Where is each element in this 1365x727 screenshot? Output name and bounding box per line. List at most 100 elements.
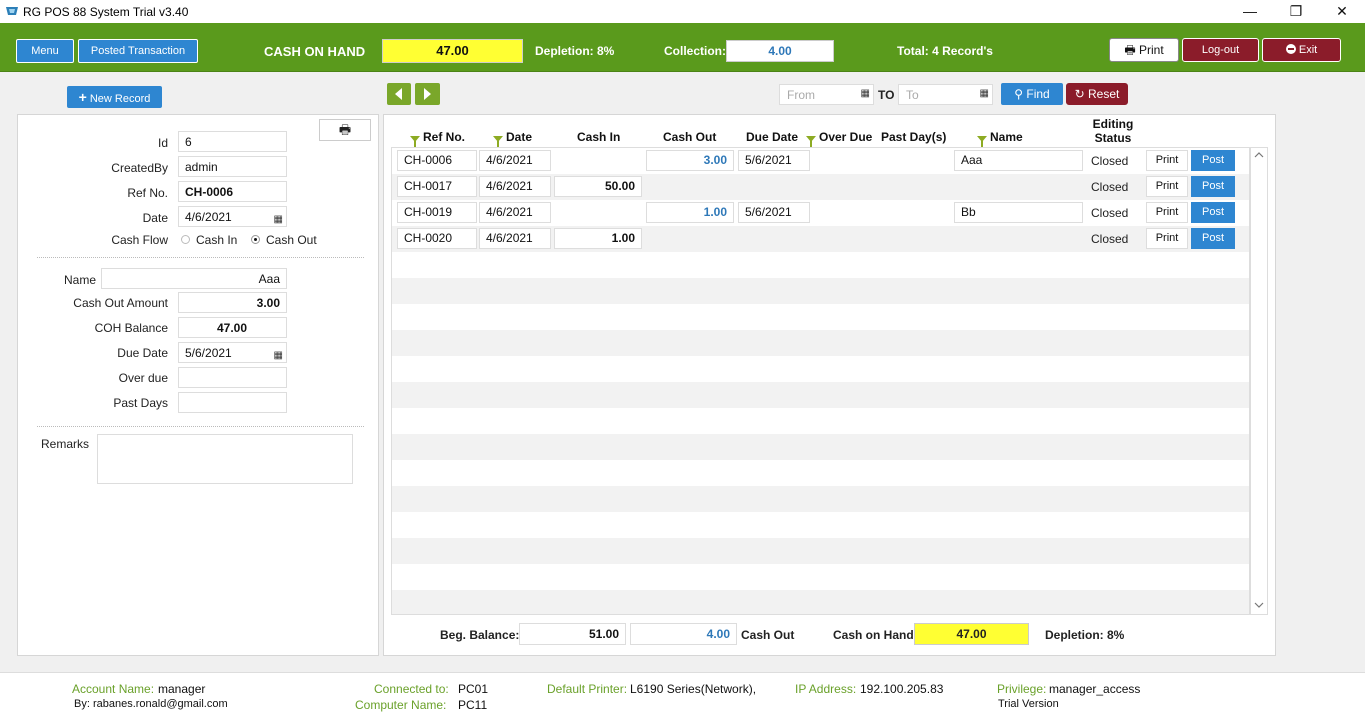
cell-date[interactable]: 4/6/2021 [479, 150, 551, 171]
cash-out-amount-label: Cash Out Amount [73, 296, 168, 310]
cell-cash-out[interactable]: 1.00 [646, 202, 734, 223]
col-header-editing-label: Editing [1092, 117, 1134, 131]
to-date-input[interactable]: To ▦ [898, 84, 993, 105]
prev-page-button[interactable] [387, 83, 411, 105]
date-field[interactable]: 4/6/2021 ▦ [178, 206, 287, 227]
scroll-down-icon[interactable] [1254, 601, 1264, 609]
calendar-icon[interactable]: ▦ [274, 346, 283, 366]
to-date-placeholder: To [906, 88, 919, 102]
cash-on-hand-label: CASH ON HAND [264, 44, 366, 59]
created-by-field[interactable]: admin [178, 156, 287, 177]
remarks-textarea[interactable] [97, 434, 353, 484]
row-post-button[interactable]: Post [1191, 202, 1235, 223]
table-row[interactable]: CH-0006 4/6/2021 3.00 5/6/2021 Aaa Closed Prin… [392, 148, 1249, 174]
id-label: Id [157, 136, 168, 150]
cell-ref-no[interactable]: CH-0020 [397, 228, 477, 249]
cell-editing-status: Closed [1091, 206, 1129, 220]
cell-cash-out[interactable]: 3.00 [646, 150, 734, 171]
cell-date[interactable]: 4/6/2021 [479, 202, 551, 223]
filter-icon[interactable] [410, 136, 420, 147]
cell-due-date[interactable]: 5/6/2021 [738, 150, 810, 171]
account-name-label: Account Name: [72, 682, 155, 696]
filter-icon[interactable] [806, 136, 816, 147]
calendar-icon[interactable]: ▦ [274, 210, 283, 230]
posted-transaction-button[interactable]: Posted Transaction [78, 39, 198, 63]
cell-date[interactable]: 4/6/2021 [479, 176, 551, 197]
row-post-button[interactable]: Post [1191, 228, 1235, 249]
row-post-button[interactable]: Post [1191, 176, 1235, 197]
due-date-value: 5/6/2021 [185, 346, 232, 360]
logout-button[interactable]: Log-out [1182, 38, 1259, 62]
due-date-field[interactable]: 5/6/2021 ▦ [178, 342, 287, 363]
reset-button[interactable]: ↻ Reset [1066, 83, 1128, 105]
calendar-icon[interactable]: ▦ [980, 88, 989, 99]
find-button[interactable]: ⚲ Find [1001, 83, 1063, 105]
table-row[interactable]: CH-0019 4/6/2021 1.00 5/6/2021 Bb Closed Print… [392, 200, 1249, 226]
restore-button[interactable]: ❐ [1273, 0, 1319, 23]
col-header-ref-no[interactable]: Ref No. [410, 130, 465, 147]
grid-stripe [392, 486, 1249, 512]
cell-ref-no[interactable]: CH-0006 [397, 150, 477, 171]
next-page-button[interactable] [415, 83, 440, 105]
col-header-past-days: Past Day(s) [881, 130, 947, 144]
cell-date[interactable]: 4/6/2021 [479, 228, 551, 249]
filter-icon[interactable] [493, 136, 503, 147]
col-header-date[interactable]: Date [493, 130, 532, 147]
cash-out-amount-field[interactable]: 3.00 [178, 292, 287, 313]
row-print-button[interactable]: Print [1146, 202, 1188, 223]
grid-stripe [392, 252, 1249, 278]
cell-cash-in[interactable]: 1.00 [554, 228, 642, 249]
cell-ref-no[interactable]: CH-0019 [397, 202, 477, 223]
cash-out-radio[interactable] [251, 235, 260, 244]
cash-out-radio-label[interactable]: Cash Out [266, 233, 317, 247]
window-title: RG POS 88 System Trial v3.40 [23, 5, 189, 19]
cell-cash-in[interactable]: 50.00 [554, 176, 642, 197]
menu-button[interactable]: Menu [16, 39, 74, 63]
new-record-button[interactable]: + New Record [67, 86, 162, 108]
table-row[interactable]: CH-0020 4/6/2021 1.00 Closed Print Post [392, 226, 1249, 252]
col-header-ref-no-label: Ref No. [423, 130, 465, 144]
default-printer-label: Default Printer: [547, 682, 628, 696]
search-icon: ⚲ [1014, 87, 1024, 101]
row-print-button[interactable]: Print [1146, 228, 1188, 249]
exit-button[interactable]: Exit [1262, 38, 1341, 62]
ip-address-label: IP Address: [795, 682, 857, 696]
grid-scrollbar[interactable] [1250, 147, 1268, 615]
from-date-input[interactable]: From ▦ [779, 84, 874, 105]
row-print-button[interactable]: Print [1146, 150, 1188, 171]
cash-in-radio[interactable] [181, 235, 190, 244]
plus-icon: + [78, 89, 87, 105]
grid-stripe [392, 538, 1249, 564]
cell-name[interactable]: Bb [954, 202, 1083, 223]
filter-icon[interactable] [977, 136, 987, 147]
minimize-button[interactable]: — [1227, 0, 1273, 23]
row-post-button[interactable]: Post [1191, 150, 1235, 171]
over-due-field[interactable] [178, 367, 287, 388]
close-button[interactable]: ✕ [1319, 0, 1365, 23]
print-button[interactable]: 🖶 Print [1109, 38, 1179, 62]
form-print-button[interactable]: 🖶 [319, 119, 371, 141]
depletion-label: Depletion: 8% [535, 44, 615, 58]
col-header-name[interactable]: Name [977, 130, 1023, 147]
cash-in-radio-label[interactable]: Cash In [196, 233, 237, 247]
id-field[interactable]: 6 [178, 131, 287, 152]
cell-ref-no[interactable]: CH-0017 [397, 176, 477, 197]
scroll-up-icon[interactable] [1254, 151, 1264, 159]
refresh-icon: ↻ [1074, 87, 1085, 101]
cell-name[interactable]: Aaa [954, 150, 1083, 171]
app-logo-icon [6, 7, 18, 15]
calendar-icon[interactable]: ▦ [861, 88, 870, 99]
summary-cash-out-value: 4.00 [630, 623, 737, 645]
new-record-label: New Record [89, 93, 151, 105]
name-field[interactable]: Aaa [101, 268, 287, 289]
computer-name-value: PC11 [458, 698, 488, 712]
past-days-field[interactable] [178, 392, 287, 413]
row-print-button[interactable]: Print [1146, 176, 1188, 197]
grid-stripe [392, 382, 1249, 408]
table-row[interactable]: CH-0017 4/6/2021 50.00 Closed Print Post [392, 174, 1249, 200]
col-header-over-due[interactable]: Over Due [806, 130, 872, 147]
cell-editing-status: Closed [1091, 180, 1129, 194]
cell-due-date[interactable]: 5/6/2021 [738, 202, 810, 223]
ref-no-field[interactable]: CH-0006 [178, 181, 287, 202]
cash-flow-label: Cash Flow [111, 233, 168, 247]
